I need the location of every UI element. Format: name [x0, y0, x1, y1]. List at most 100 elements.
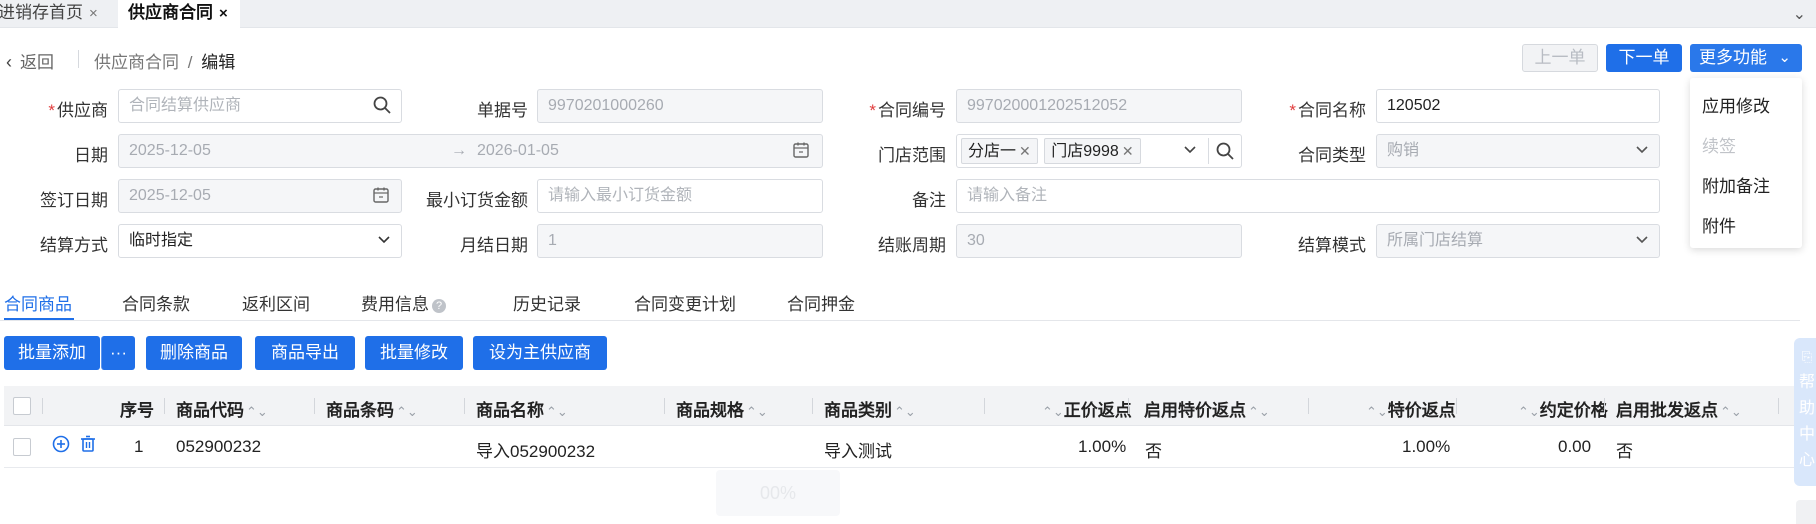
- remark-label: 备注: [912, 191, 946, 210]
- col-agreed-price[interactable]: ⌃⌄约定价格: [1516, 396, 1608, 421]
- breadcrumb-parent[interactable]: 供应商合同: [94, 53, 179, 72]
- col-agreed-price-label: 约定价格: [1539, 401, 1608, 420]
- settle-method-select[interactable]: 临时指定: [118, 224, 402, 258]
- divider: [1208, 138, 1209, 164]
- table-header: 序号 商品代码 ⌃⌄ 商品条码 ⌃⌄ 商品名称 ⌃⌄ 商品规格 ⌃⌄ 商品类别 ⌃⌄ ⌃⌄…: [4, 386, 1800, 426]
- col-spec-label: 商品规格: [676, 401, 744, 420]
- required-mark: *: [1289, 101, 1296, 120]
- col-name-label: 商品名称: [476, 401, 544, 420]
- chevron-down-icon: [1634, 141, 1650, 162]
- subtab-rebate-range[interactable]: 返利区间: [242, 290, 310, 315]
- supplier-input[interactable]: 合同结算供应商: [118, 89, 402, 123]
- contract-type-select[interactable]: 购销: [1376, 134, 1660, 168]
- row-checkbox[interactable]: [13, 438, 31, 456]
- menu-item-apply-changes[interactable]: 应用修改: [1702, 92, 1770, 117]
- help-center-tab[interactable]: ⎘ 帮 助 中 心: [1794, 338, 1816, 486]
- close-icon[interactable]: ✕: [1019, 143, 1031, 159]
- export-goods-button[interactable]: 商品导出: [255, 336, 355, 370]
- close-icon[interactable]: ×: [89, 5, 98, 22]
- col-category[interactable]: 商品类别 ⌃⌄: [824, 396, 916, 421]
- min-order-input[interactable]: 请输入最小订货金额: [537, 179, 823, 213]
- chevron-down-icon[interactable]: ⌄: [1793, 4, 1806, 24]
- col-spec[interactable]: 商品规格 ⌃⌄: [676, 396, 768, 421]
- delete-icon[interactable]: [78, 435, 98, 455]
- select-all-checkbox[interactable]: [13, 397, 31, 415]
- sort-icon: ⌃⌄: [246, 404, 268, 419]
- col-category-label: 商品类别: [824, 401, 892, 420]
- cell-code: 052900232: [176, 437, 262, 456]
- help-char: 心: [1798, 452, 1815, 469]
- required-mark: *: [869, 101, 876, 120]
- column-separator: [812, 398, 813, 414]
- col-enable-special-label: 启用特价返点: [1144, 401, 1246, 420]
- supplier-label: * 供应商: [28, 96, 108, 121]
- calendar-icon[interactable]: [792, 141, 810, 164]
- col-code[interactable]: 商品代码 ⌃⌄: [176, 396, 268, 421]
- col-code-label: 商品代码: [176, 401, 244, 420]
- sign-date-field[interactable]: 2025-12-05: [118, 179, 402, 213]
- next-button[interactable]: 下一单: [1606, 44, 1682, 72]
- cell-seq: 1: [134, 437, 144, 456]
- store-scope-select[interactable]: 分店一 ✕ 门店9998 ✕: [956, 134, 1242, 168]
- column-separator: [314, 398, 315, 414]
- col-barcode[interactable]: 商品条码 ⌃⌄: [326, 396, 418, 421]
- column-separator: [1778, 398, 1779, 414]
- close-icon[interactable]: ✕: [1122, 143, 1134, 159]
- col-name[interactable]: 商品名称 ⌃⌄: [476, 396, 568, 421]
- chevron-down-icon[interactable]: [1182, 141, 1198, 162]
- column-separator: [1456, 398, 1457, 414]
- sort-icon: ⌃⌄: [1518, 404, 1540, 419]
- breadcrumb-current: 编辑: [201, 53, 236, 72]
- chevron-left-icon: ‹: [6, 52, 12, 72]
- subtab-contract-terms[interactable]: 合同条款: [122, 290, 190, 315]
- contract-name-label-text: 合同名称: [1298, 101, 1366, 120]
- col-enable-special[interactable]: 启用特价返点 ⌃⌄: [1144, 396, 1270, 421]
- set-main-supplier-button[interactable]: 设为主供应商: [473, 336, 607, 370]
- col-enable-wholesale[interactable]: 启用批发返点 ⌃⌄: [1616, 396, 1742, 421]
- date-end: 2026-01-05: [477, 142, 559, 159]
- col-seq: 序号: [120, 401, 154, 420]
- search-icon[interactable]: [1215, 141, 1235, 166]
- add-circle-icon[interactable]: [51, 435, 71, 455]
- tab-bar: 进销存首页 × 供应商合同 × ⌄: [0, 0, 1816, 28]
- store-tag: 门店9998 ✕: [1044, 138, 1141, 164]
- prev-button[interactable]: 上一单: [1522, 44, 1598, 72]
- subtab-change-plan[interactable]: 合同变更计划: [634, 290, 736, 315]
- remark-input[interactable]: 请输入备注: [956, 179, 1660, 213]
- table-row[interactable]: 1 052900232 导入052900232 导入测试 1.00% 否 1.0…: [4, 426, 1800, 468]
- close-icon[interactable]: ×: [219, 5, 228, 22]
- subtab-history[interactable]: 历史记录: [513, 290, 581, 315]
- subtab-fee-info-label: 费用信息: [361, 295, 429, 314]
- sign-date-value: 2025-12-05: [129, 187, 211, 204]
- date-range-field[interactable]: 2025-12-05 → 2026-01-05: [118, 134, 823, 168]
- column-separator: [984, 398, 985, 414]
- tab-label: 供应商合同: [128, 3, 213, 22]
- tab-inventory-home[interactable]: 进销存首页 ×: [0, 0, 116, 28]
- col-special-rebate[interactable]: ⌃⌄特价返点: [1364, 396, 1456, 421]
- more-functions-button[interactable]: 更多功能 ⌄: [1690, 44, 1802, 72]
- batch-edit-button[interactable]: 批量修改: [365, 336, 463, 370]
- doc-no-field: 9970201000260: [537, 89, 823, 123]
- batch-add-button[interactable]: 批量添加: [4, 336, 100, 370]
- subtab-fee-info[interactable]: 费用信息?: [361, 290, 446, 315]
- settle-mode-value: 所属门店结算: [1387, 232, 1484, 249]
- delete-goods-button[interactable]: 删除商品: [146, 336, 242, 370]
- search-icon[interactable]: [372, 95, 392, 120]
- sort-icon: ⌃⌄: [746, 404, 768, 419]
- menu-item-additional-remark[interactable]: 附加备注: [1702, 172, 1770, 197]
- store-scope-label: 门店范围: [878, 146, 946, 165]
- settle-mode-select[interactable]: 所属门店结算: [1376, 224, 1660, 258]
- subtab-deposit[interactable]: 合同押金: [787, 290, 855, 315]
- menu-item-attachment[interactable]: 附件: [1702, 212, 1736, 237]
- col-normal-rebate[interactable]: ⌃⌄正价返点: [1040, 396, 1132, 421]
- tab-supplier-contract[interactable]: 供应商合同 ×: [118, 0, 240, 28]
- remark-placeholder: 请输入备注: [967, 187, 1048, 204]
- more-dropdown-button[interactable]: ···: [101, 336, 135, 370]
- subtab-contract-goods[interactable]: 合同商品: [4, 290, 72, 315]
- back-button[interactable]: ‹ 返回: [6, 48, 54, 73]
- settle-mode-label: 结算模式: [1298, 236, 1366, 255]
- sort-icon: ⌃⌄: [1042, 404, 1064, 419]
- calendar-icon[interactable]: [372, 186, 390, 209]
- store-tag-label: 门店9998: [1051, 143, 1119, 160]
- contract-name-input[interactable]: 120502: [1376, 89, 1660, 123]
